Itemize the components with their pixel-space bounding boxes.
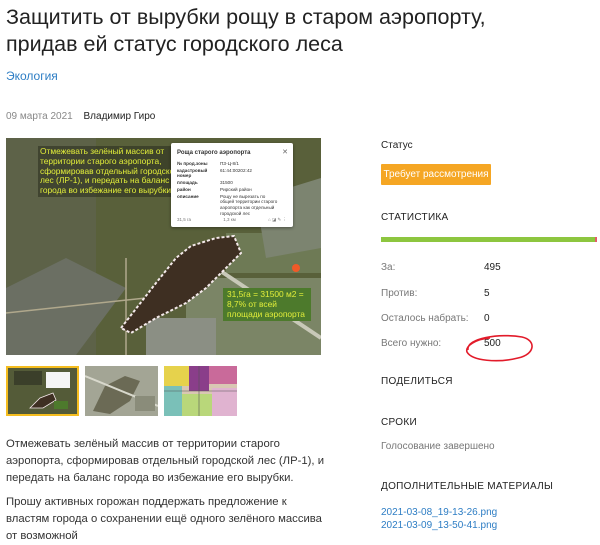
map-popup: Роща старого аэропорта ✕ № прод.зоны ПЗ-Ц…	[171, 143, 293, 227]
article-description: Отмежевать зелёный массив от территории …	[6, 438, 325, 484]
popup-footer: 31,5 га 1,3 км ⌂ ◪ ✎ ⋮	[177, 217, 287, 223]
popup-table: № прод.зоны ПЗ-Ц-8/1 кадастровый номер 61:…	[177, 161, 283, 217]
vote-progress-bar	[381, 237, 597, 242]
stat-total-label: Всего нужно:	[381, 338, 442, 349]
title-line-1: Защитить от вырубки рощу в старом аэропо…	[6, 5, 486, 29]
publish-date: 09 марта 2021	[6, 111, 73, 122]
page-title: Защитить от вырубки рощу в старом аэропо…	[6, 4, 596, 58]
stat-against-label: Против:	[381, 288, 418, 299]
thumbnail-image	[164, 366, 237, 416]
article-description-continued: Прошу активных горожан поддержать предло…	[6, 496, 322, 542]
file-link-2[interactable]: 2021-03-09_13-50-41.png	[381, 520, 497, 531]
stat-against-value: 5	[484, 288, 490, 299]
red-circle-annotation	[466, 334, 533, 362]
stat-for-value: 495	[484, 262, 501, 273]
category-link[interactable]: Экология	[6, 69, 58, 83]
title-line-2: придав ей статус городского леса	[6, 32, 343, 56]
stat-remaining-label: Осталось набрать:	[381, 313, 469, 324]
thumbnail-3[interactable]	[164, 366, 237, 416]
thumbnail-1[interactable]	[6, 366, 79, 416]
share-title: ПОДЕЛИТЬСЯ	[381, 376, 453, 387]
popup-row: площадь 31500	[177, 180, 233, 186]
statistics-title: СТАТИСТИКА	[381, 212, 449, 223]
popup-row: кадастровый номер 61:44:00202:42	[177, 167, 252, 179]
popup-tools-icon[interactable]: ⌂ ◪ ✎ ⋮	[268, 217, 287, 223]
thumbnail-image	[85, 366, 158, 416]
thumbnail-2[interactable]	[85, 366, 158, 416]
stat-remaining-value: 0	[484, 313, 490, 324]
thumbnail-image	[8, 368, 77, 414]
popup-row: № прод.зоны ПЗ-Ц-8/1	[177, 161, 239, 166]
status-badge: Требует рассмотрения	[381, 164, 491, 185]
close-icon[interactable]: ✕	[282, 148, 288, 156]
progress-against-segment	[595, 237, 597, 242]
materials-title: ДОПОЛНИТЕЛЬНЫЕ МАТЕРИАЛЫ	[381, 481, 554, 492]
area-annotation: 31,5га = 31500 м2 = 8,7% от всей площади…	[223, 288, 311, 322]
map-annotation-text: Отмежевать зелёный массив от территории …	[38, 146, 192, 197]
popup-row: район Рирский район	[177, 186, 252, 192]
stat-for-label: За:	[381, 262, 396, 273]
status-label: Статус	[381, 140, 413, 151]
author-name: Владимир Гиро	[83, 111, 156, 122]
popup-row: описание Рощу не вырезать по общей террит…	[177, 193, 278, 216]
popup-title: Роща старого аэропорта	[177, 150, 251, 156]
terms-title: СРОКИ	[381, 417, 417, 428]
article-meta: 09 марта 2021 Владимир Гиро	[6, 111, 155, 122]
terms-value: Голосование завершено	[381, 441, 495, 452]
file-link-1[interactable]: 2021-03-08_19-13-26.png	[381, 507, 497, 518]
main-photo[interactable]: Отмежевать зелёный массив от территории …	[6, 138, 321, 355]
